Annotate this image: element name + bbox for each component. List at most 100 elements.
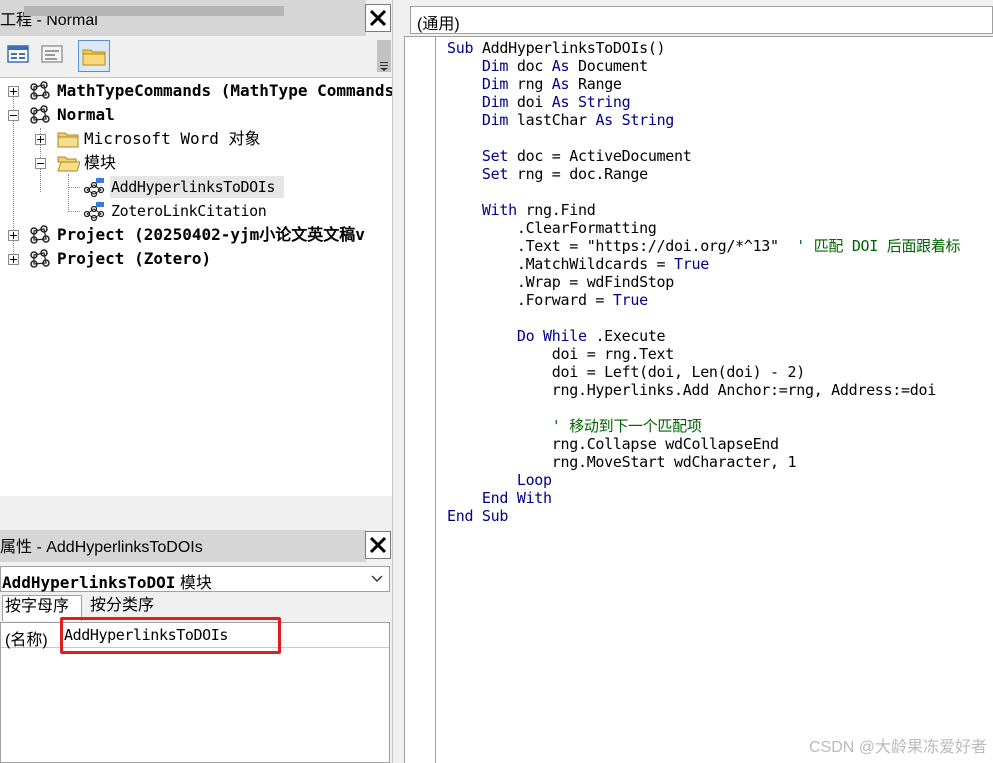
code-text: Range [578, 75, 622, 93]
code-line: Set doc = ActiveDocument [447, 147, 692, 165]
code-line: Dim doc As Document [447, 57, 648, 75]
code-keyword: End With [447, 489, 552, 507]
code-keyword: Dim [447, 57, 517, 75]
tree-item-label: Normal [57, 105, 115, 124]
tree-item-label: Project (Zotero) [57, 249, 212, 268]
open-folder-icon [57, 156, 80, 172]
tree-item-word-objects[interactable]: Microsoft Word 对象 [0, 128, 392, 150]
close-properties-button[interactable] [365, 531, 391, 559]
tree-item-mathtype[interactable]: MathTypeCommands (MathType Commands [0, 80, 392, 102]
vba-project-icon [30, 105, 50, 124]
view-code-button[interactable] [40, 42, 68, 70]
code-keyword: Dim [447, 93, 517, 111]
toggle-folders-button[interactable] [78, 40, 110, 72]
code-line: ' 移动到下一个匹配项 [447, 417, 702, 435]
code-line: With rng.Find [447, 201, 596, 219]
code-text: doi = Left(doi, Len(doi) - 2) [447, 363, 806, 381]
collapse-icon[interactable] [8, 110, 19, 121]
project-explorer-toolbar [0, 37, 392, 78]
code-keyword: As [595, 111, 622, 129]
code-keyword: As [551, 57, 578, 75]
tab-categorized[interactable]: 按分类序 [88, 595, 156, 619]
code-text: lastChar [516, 111, 596, 129]
properties-title-bar: 属性 - AddHyperlinksToDOIs [0, 530, 366, 562]
code-keyword: String [621, 111, 675, 129]
code-keyword: Set [447, 147, 517, 165]
code-text: .Text = "https://doi.org/*^13" [447, 237, 797, 255]
code-text: rng [516, 75, 552, 93]
chevron-down-icon [371, 575, 383, 582]
code-comment: ' 匹配 DOI 后面跟着标 [796, 237, 961, 255]
hscroll-thumb[interactable] [24, 6, 284, 16]
code-text: Document [578, 57, 648, 75]
folder-icon [82, 49, 106, 66]
code-keyword: Set [447, 165, 517, 183]
scroll-thumb[interactable] [377, 40, 391, 72]
close-icon [369, 536, 387, 554]
tree-item-project-paper[interactable]: Project (20250402-yjm小论文英文稿v [0, 224, 392, 246]
code-line: .MatchWildcards = True [447, 255, 709, 273]
expand-icon[interactable] [8, 230, 19, 241]
module-icon [83, 178, 105, 197]
expand-icon[interactable] [8, 254, 19, 265]
object-dropdown[interactable]: (通用) [410, 6, 993, 34]
code-line: Set rng = doc.Range [447, 165, 648, 183]
code-line: Dim rng As Range [447, 75, 622, 93]
code-line: Sub AddHyperlinksToDOIs() [447, 39, 666, 57]
vba-project-icon [30, 225, 50, 244]
code-text: doi = rng.Text [447, 345, 675, 363]
expand-icon[interactable] [8, 86, 19, 97]
tree-item-label: ZoteroLinkCitation [111, 202, 267, 220]
pane-splitter[interactable] [392, 0, 402, 763]
code-keyword: True [612, 291, 648, 309]
code-line: Dim doi As String [447, 93, 631, 111]
code-line: End With [447, 489, 552, 507]
code-line: End Sub [447, 507, 508, 525]
project-tree-hscrollbar[interactable] [0, 497, 392, 521]
tree-item-label: Project (20250402-yjm小论文英文稿v [57, 225, 365, 244]
code-line: Dim lastChar As String [447, 111, 674, 129]
code-line: rng.MoveStart wdCharacter, 1 [447, 453, 797, 471]
view-object-icon [7, 45, 29, 63]
collapse-icon[interactable] [35, 158, 46, 169]
object-dropdown-value: (通用) [417, 16, 460, 33]
object-name: AddHyperlinksToDOI [2, 573, 176, 592]
tree-item-module-add-hyperlinks[interactable]: AddHyperlinksToDOIs [0, 176, 392, 198]
property-key: (名称) [5, 632, 48, 649]
scroll-grip-icon [380, 62, 388, 71]
watermark: CSDN @大龄果冻爱好者 [808, 739, 987, 756]
code-keyword: Loop [447, 471, 552, 489]
code-keyword: As [551, 93, 578, 111]
annotation-highlight-box [60, 617, 281, 654]
close-icon [369, 9, 387, 27]
code-text: .Wrap = wdFindStop [447, 273, 675, 291]
code-keyword: As [551, 75, 578, 93]
code-keyword: Dim [447, 111, 517, 129]
code-comment: ' 移动到下一个匹配项 [447, 417, 702, 435]
tree-item-project-zotero[interactable]: Project (Zotero) [0, 248, 392, 270]
code-line: doi = rng.Text [447, 345, 675, 363]
code-text: .Execute [595, 327, 666, 345]
code-margin[interactable] [405, 37, 436, 763]
code-keyword: True [674, 255, 709, 273]
code-text: rng.MoveStart wdCharacter, 1 [447, 453, 797, 471]
code-text: .MatchWildcards = [447, 255, 675, 273]
code-line: Loop [447, 471, 552, 489]
view-code-icon [41, 45, 63, 63]
tree-item-normal[interactable]: Normal [0, 104, 392, 126]
code-line: .Text = "https://doi.org/*^13" ' 匹配 DOI … [447, 237, 961, 255]
code-keyword: With [447, 201, 526, 219]
vba-project-icon [30, 81, 50, 100]
code-line: .Forward = True [447, 291, 648, 309]
tree-item-label: Microsoft Word 对象 [84, 129, 261, 148]
code-line: .ClearFormatting [447, 219, 657, 237]
code-editor[interactable]: Sub AddHyperlinksToDOIs() Dim doc As Doc… [404, 36, 993, 763]
tree-item-label: AddHyperlinksToDOIs [111, 178, 275, 196]
object-select[interactable]: AddHyperlinksToDOI 模块 [0, 566, 390, 592]
close-project-explorer-button[interactable] [365, 4, 391, 32]
tree-item-modules[interactable]: 模块 [0, 152, 392, 174]
view-object-button[interactable] [6, 42, 34, 70]
code-text: doi [516, 93, 552, 111]
expand-icon[interactable] [35, 134, 46, 145]
tree-item-module-zotero[interactable]: ZoteroLinkCitation [0, 200, 392, 222]
